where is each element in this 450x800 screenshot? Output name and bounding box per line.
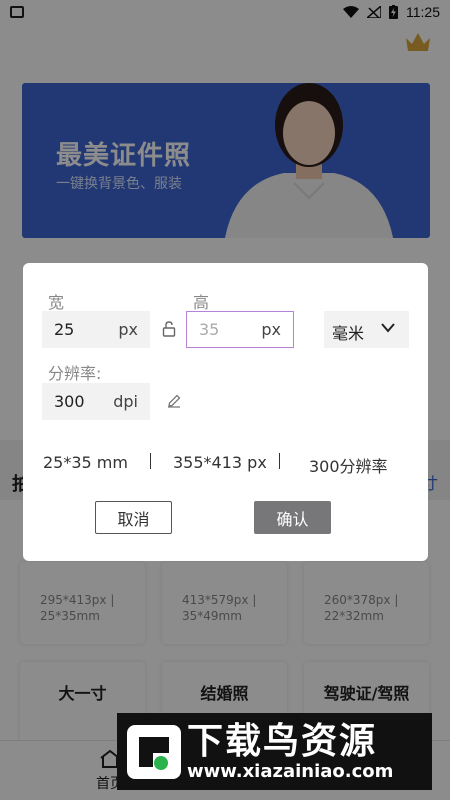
edit-pencil-icon[interactable] [167, 394, 181, 408]
width-unit: px [118, 320, 138, 339]
watermark-url: www.xiazainiao.com [187, 760, 394, 782]
height-label: 高 [193, 293, 210, 312]
width-value: 25 [54, 320, 75, 339]
custom-size-dialog: 宽 高 25 px 35 px 毫米 分辨率: 300 dpi 25*35 mm… [23, 263, 428, 561]
height-input[interactable]: 35 px [186, 311, 294, 348]
cancel-button[interactable]: 取消 [95, 501, 172, 534]
dpi-input[interactable]: 300 dpi [42, 383, 150, 420]
confirm-button[interactable]: 确认 [254, 501, 331, 534]
summary-dpi: 300分辨率 [309, 457, 388, 476]
chevron-down-icon [381, 323, 395, 333]
watermark-banner: 下载鸟资源 www.xiazainiao.com [117, 713, 432, 790]
unit-select[interactable]: 毫米 [324, 311, 409, 348]
width-label: 宽 [48, 293, 65, 312]
summary-divider [150, 453, 151, 469]
unit-select-value: 毫米 [332, 324, 365, 343]
watermark-title: 下载鸟资源 [187, 720, 378, 762]
dpi-label: 分辨率: [48, 364, 102, 383]
unlock-icon[interactable] [162, 321, 176, 337]
height-unit: px [261, 320, 281, 339]
summary-mm: 25*35 mm [43, 453, 128, 472]
summary-divider [279, 453, 280, 469]
dpi-value: 300 [54, 392, 85, 411]
watermark-logo-icon [127, 724, 181, 779]
watermark-text: 下载鸟资源 www.xiazainiao.com [187, 720, 394, 782]
height-placeholder: 35 [199, 320, 220, 339]
width-input[interactable]: 25 px [42, 311, 150, 348]
summary-px: 355*413 px [173, 453, 267, 472]
dpi-unit: dpi [113, 392, 138, 411]
